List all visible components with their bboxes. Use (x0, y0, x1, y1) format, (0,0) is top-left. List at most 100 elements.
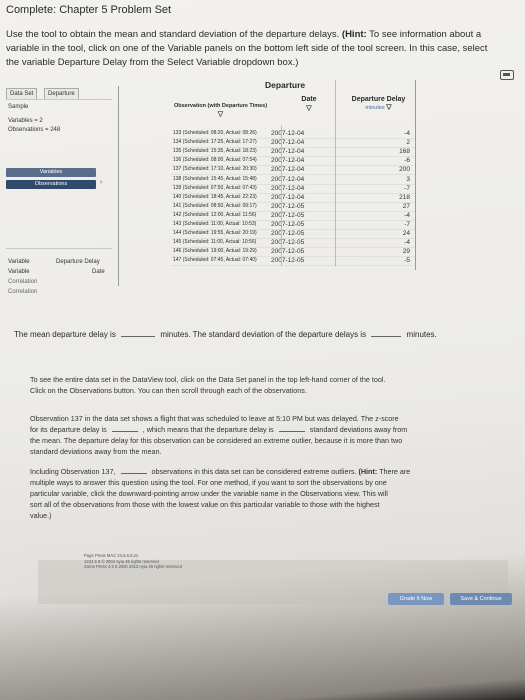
cell-observation: 140 (Scheduled: 18:45, Actual: 22:23) (173, 193, 257, 200)
question-mean-std: The mean departure delay is minutes. The… (14, 330, 437, 339)
observations-table: Departure Observation (with Departure Ti… (163, 80, 416, 275)
std-delay-input[interactable] (371, 336, 402, 337)
tab-data-set[interactable]: Data Set (6, 88, 38, 99)
outliers-line-3: particular variable, click the downward-… (30, 489, 388, 498)
worksheet-page: Complete: Chapter 5 Problem Set Use the … (0, 0, 525, 700)
cell-observation: 137 (Scheduled: 17:10, Actual: 20:30) (173, 166, 257, 173)
cell-observation: 136 (Scheduled: 08:00, Actual: 07:54) (173, 157, 257, 164)
cell-date: 2007-12-04 (271, 184, 305, 192)
col-header-observation[interactable]: Observation (with Departure Times) ▽ (173, 103, 268, 118)
chevron-right-icon[interactable]: › (100, 179, 102, 186)
table-row[interactable]: 135 (Scheduled: 15:35, Actual: 18:23) 200… (163, 148, 416, 158)
sample-label[interactable]: Sample (8, 104, 28, 110)
table-row[interactable]: 134 (Scheduled: 17:25, Actual: 17:27) 200… (163, 139, 416, 149)
cell-observation: 138 (Scheduled: 15:45, Actual: 15:48) (173, 175, 257, 182)
instr-text-3: the variable Departure Delay from the Se… (6, 57, 299, 68)
sort-down-icon[interactable]: ▽ (289, 104, 329, 112)
observation-137-question: Observation 137 in the data set shows a … (30, 413, 475, 457)
cell-observation: 143 (Scheduled: 11:00, Actual: 10:53) (173, 221, 257, 227)
outliers-line-4: sort all of the observations from those … (30, 500, 380, 509)
variable-value-2[interactable]: Date (92, 269, 105, 275)
page-title: Complete: Chapter 5 Problem Set (6, 4, 172, 16)
cell-date: 2007-12-04 (271, 166, 305, 174)
z-score-input[interactable] (111, 431, 138, 432)
cell-date: 2007-12-05 (271, 239, 305, 247)
correlation-label-2[interactable]: Correlation (8, 289, 37, 295)
sort-down-icon[interactable]: ▽ (173, 110, 268, 118)
cell-departure-delay: 3 (406, 175, 410, 183)
std-count-input[interactable] (278, 431, 305, 432)
cell-observation: 133 (Scheduled: 08:20, Actual: 08:26) (173, 130, 257, 136)
outliers-line-1d: There are (377, 467, 411, 476)
table-row[interactable]: 145 (Scheduled: 11:00, Actual: 10:56) 200… (163, 239, 416, 249)
mean-delay-input[interactable] (121, 336, 156, 337)
cell-date: 2007-12-05 (271, 221, 305, 228)
col-header-date[interactable]: Date ▽ (289, 96, 329, 112)
sort-down-icon[interactable]: ▽ (386, 104, 391, 111)
outliers-line-5: value.) (30, 511, 52, 520)
outlier-count-input[interactable] (120, 473, 147, 474)
cell-departure-delay: -6 (404, 157, 410, 165)
instr-text-1b: To see information about a (366, 29, 482, 40)
divider (118, 86, 119, 286)
variable-value-1[interactable]: Departure Delay (56, 259, 100, 265)
cell-departure-delay: -5 (404, 257, 410, 265)
outliers-question: Including Observation 137, observations … (30, 466, 475, 521)
obs137-line-4: standard deviations away from the mean. (30, 447, 162, 456)
cell-observation: 144 (Scheduled: 19:55, Actual: 20:19) (173, 230, 257, 237)
table-row[interactable]: 142 (Scheduled: 12:00, Actual: 11:56) 200… (163, 211, 416, 221)
outliers-line-1a: Including Observation 137, (30, 467, 116, 476)
cell-departure-delay: -4 (404, 211, 410, 219)
dataset-line-2: Click on the Observations button. You ca… (30, 386, 307, 395)
instr-hint: (Hint: (341, 29, 367, 40)
cell-date: 2007-12-04 (271, 157, 305, 165)
table-row[interactable]: 137 (Scheduled: 17:10, Actual: 20:30) 200… (163, 166, 416, 176)
cell-departure-delay: 27 (402, 202, 410, 210)
correlation-label-1[interactable]: Correlation (8, 279, 37, 285)
col-divider (335, 80, 336, 266)
cell-date: 2007-12-04 (271, 175, 305, 183)
tool-left-panel: Data Set Departure Sample Variables = 2 … (6, 88, 112, 295)
cell-date: 2007-12-05 (271, 202, 305, 210)
copyright-line-3: Some Press 4.5 6 2000 2013 Ayia 45 right… (84, 564, 182, 569)
dataset-instructions: To see the entire data set in the DataVi… (30, 374, 475, 396)
dataset-line-1: To see the entire data set in the DataVi… (30, 375, 386, 384)
save-continue-button[interactable]: Save & Continue (450, 593, 512, 605)
table-row[interactable]: 141 (Scheduled: 08:50, Actual: 09:17) 200… (163, 202, 416, 212)
cell-observation: 135 (Scheduled: 15:35, Actual: 18:23) (173, 148, 257, 155)
table-row[interactable]: 133 (Scheduled: 08:20, Actual: 08:26) 200… (163, 130, 416, 139)
table-row[interactable]: 136 (Scheduled: 08:00, Actual: 07:54) 200… (163, 157, 416, 167)
col-header-departure-delay[interactable]: Departure Delay minutes ▽ (341, 96, 416, 111)
table-border (415, 80, 416, 270)
variables-button[interactable]: Variables (6, 168, 96, 177)
question-text-3: minutes. (406, 330, 437, 339)
variables-count: Variables = 2 (8, 118, 43, 124)
question-text-2: minutes. The standard deviation of the d… (160, 330, 367, 339)
cell-departure-delay: 168 (399, 148, 410, 156)
table-row[interactable]: 144 (Scheduled: 19:55, Actual: 20:19) 200… (163, 230, 416, 240)
question-text-1: The mean departure delay is (14, 330, 116, 339)
table-row[interactable]: 139 (Scheduled: 07:50, Actual: 07:43) 200… (163, 184, 416, 194)
table-row[interactable]: 146 (Scheduled: 19:00, Actual: 19:29) 200… (163, 248, 416, 258)
cell-departure-delay: 24 (402, 230, 410, 238)
table-row[interactable]: 140 (Scheduled: 18:45, Actual: 22:23) 200… (163, 193, 416, 203)
cell-departure-delay: -4 (404, 239, 410, 247)
tab-departure[interactable]: Departure (44, 88, 79, 99)
cell-observation: 145 (Scheduled: 11:00, Actual: 10:56) (173, 239, 257, 246)
col-header-date-label: Date (301, 96, 317, 103)
col-header-observation-label: Observation (with Departure Times) (173, 103, 268, 109)
table-row[interactable]: 138 (Scheduled: 15:45, Actual: 15:48) 200… (163, 175, 416, 185)
cell-departure-delay: 2 (406, 139, 410, 147)
cell-observation: 141 (Scheduled: 08:50, Actual: 09:17) (173, 202, 257, 209)
table-row[interactable]: 143 (Scheduled: 11:00, Actual: 10:53) 200… (163, 221, 416, 230)
observations-button[interactable]: Observations (6, 180, 96, 189)
grade-it-now-button[interactable]: Grade It Now (388, 593, 444, 605)
col-divider (281, 126, 282, 266)
instructions: Use the tool to obtain the mean and stan… (6, 28, 511, 70)
table-row[interactable]: 147 (Scheduled: 07:45, Actual: 07:40) 200… (163, 257, 416, 267)
cell-observation: 134 (Scheduled: 17:25, Actual: 17:27) (173, 139, 257, 146)
cell-date: 2007-12-05 (271, 211, 305, 219)
cell-date: 2007-12-04 (271, 139, 305, 147)
calculator-icon[interactable] (500, 70, 514, 80)
obs137-line-2c: standard deviations away from (309, 425, 408, 434)
